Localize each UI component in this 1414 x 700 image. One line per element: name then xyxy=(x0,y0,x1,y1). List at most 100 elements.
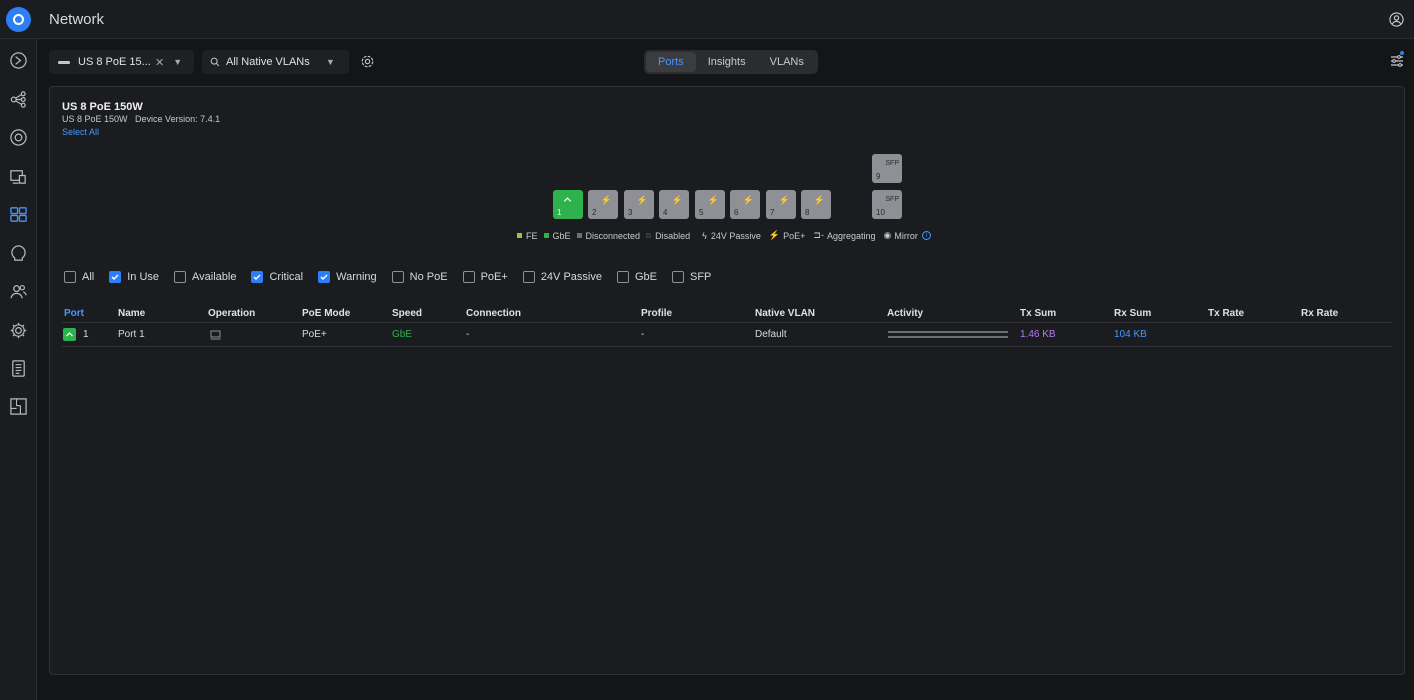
port-legend: FE GbE Disconnected Disabled ϟ 24V Passiv… xyxy=(517,230,937,241)
uplink-icon xyxy=(563,197,572,202)
sidebar xyxy=(0,39,37,700)
switch-port-10-sfp[interactable]: SFP 10 xyxy=(872,190,902,219)
cell-native-vlan: Default xyxy=(755,329,787,340)
checkbox-icon xyxy=(522,271,535,283)
vlan-select[interactable]: All Native VLANs ▼ xyxy=(202,50,349,74)
chevron-down-icon[interactable]: ▼ xyxy=(173,57,182,67)
innerspace-icon[interactable] xyxy=(9,397,28,416)
port-number: 6 xyxy=(734,208,739,217)
switch-port-7[interactable]: ⚡ 7 xyxy=(766,190,796,219)
device-version: Device Version: 7.4.1 xyxy=(135,114,221,124)
port-number: 4 xyxy=(663,208,668,217)
switch-port-1[interactable]: 1 xyxy=(553,190,583,219)
tab-vlans[interactable]: VLANs xyxy=(758,52,816,72)
app-title: Network xyxy=(49,11,105,28)
col-activity[interactable]: Activity xyxy=(887,308,923,319)
checkbox-icon xyxy=(391,271,404,283)
filter-critical[interactable]: Critical xyxy=(251,271,303,283)
bolt-icon: ϟ xyxy=(702,230,707,241)
col-speed[interactable]: Speed xyxy=(392,308,422,319)
col-connection[interactable]: Connection xyxy=(466,308,521,319)
port-number: 3 xyxy=(628,208,633,217)
cell-port: 1 xyxy=(83,329,89,340)
switch-port-9-sfp[interactable]: SFP 9 xyxy=(872,154,902,183)
poe-bolt-icon: ⚡ xyxy=(813,195,825,205)
select-all-link[interactable]: Select All xyxy=(62,127,99,137)
dashboard-icon[interactable] xyxy=(9,51,28,70)
poe-plus-icon: ⚡ xyxy=(768,230,781,240)
switch-port-2[interactable]: ⚡ 2 xyxy=(588,190,618,219)
col-tx-rate[interactable]: Tx Rate xyxy=(1208,308,1244,319)
table-row[interactable]: 1 Port 1 PoE+ GbE - - Default 1.46 KB 10… xyxy=(62,323,1392,347)
cell-profile: - xyxy=(641,329,645,340)
checkbox-icon xyxy=(174,271,187,283)
col-port[interactable]: Port xyxy=(64,308,84,319)
switch-device-icon xyxy=(58,60,70,64)
legend-disabled: Disabled xyxy=(646,231,690,241)
legend-gbe: GbE xyxy=(543,231,571,241)
device-model: US 8 PoE 150W xyxy=(62,114,128,124)
sfp-label: SFP xyxy=(885,160,899,167)
filter-gbe[interactable]: GbE xyxy=(616,271,657,283)
col-poe-mode[interactable]: PoE Mode xyxy=(302,308,350,319)
checkbox-icon xyxy=(64,271,76,283)
users-icon[interactable] xyxy=(9,282,28,301)
filter-poe-plus[interactable]: PoE+ xyxy=(462,271,508,283)
tab-insights[interactable]: Insights xyxy=(696,52,758,72)
switch-port-4[interactable]: ⚡ 4 xyxy=(659,190,689,219)
port-filters: All In Use Available Critical Warning No… xyxy=(64,271,726,283)
topology-icon[interactable] xyxy=(9,90,28,109)
top-bar: Network xyxy=(0,0,1414,39)
filter-in-use[interactable]: In Use xyxy=(109,271,159,283)
col-rx-sum[interactable]: Rx Sum xyxy=(1114,308,1151,319)
filter-available[interactable]: Available xyxy=(174,271,236,283)
cell-name: Port 1 xyxy=(118,329,145,340)
switch-port-5[interactable]: ⚡ 5 xyxy=(695,190,725,219)
port-number: 7 xyxy=(770,208,775,217)
filter-settings-icon[interactable] xyxy=(1390,54,1404,68)
clear-device-icon[interactable]: ✕ xyxy=(155,56,164,69)
checkbox-checked-icon xyxy=(109,271,122,283)
tab-ports[interactable]: Ports xyxy=(646,52,696,72)
ports-manager-icon[interactable] xyxy=(9,205,28,224)
poe-bolt-icon: ⚡ xyxy=(671,195,683,205)
legend-disconnected: Disconnected xyxy=(576,231,640,241)
toolbar: US 8 PoE 15... ✕ ▼ All Native VLANs ▼ Po… xyxy=(37,39,1414,85)
settings-icon[interactable] xyxy=(9,321,28,340)
col-rx-rate[interactable]: Rx Rate xyxy=(1301,308,1338,319)
vlan-select-value: All Native VLANs xyxy=(226,56,310,68)
cell-connection: - xyxy=(466,329,470,340)
checkbox-checked-icon xyxy=(318,271,331,283)
switch-port-3[interactable]: ⚡ 3 xyxy=(624,190,654,219)
switch-port-8[interactable]: ⚡ 8 xyxy=(801,190,831,219)
gear-icon[interactable] xyxy=(360,54,375,69)
col-native-vlan[interactable]: Native VLAN xyxy=(755,308,815,319)
activity-graph xyxy=(888,331,1008,341)
poe-bolt-icon: ⚡ xyxy=(636,195,648,205)
col-operation[interactable]: Operation xyxy=(208,308,255,319)
legend-24v-passive: ϟ 24V Passive xyxy=(702,230,761,241)
port-number: 10 xyxy=(876,208,885,217)
chevron-down-icon[interactable]: ▼ xyxy=(326,57,335,67)
poe-bolt-icon: ⚡ xyxy=(778,195,790,205)
device-select-value: US 8 PoE 15... xyxy=(78,56,150,68)
filter-no-poe[interactable]: No PoE xyxy=(391,271,448,283)
switch-port-6[interactable]: ⚡ 6 xyxy=(730,190,760,219)
unifi-devices-icon[interactable] xyxy=(9,128,28,147)
col-name[interactable]: Name xyxy=(118,308,145,319)
user-account-icon[interactable] xyxy=(1389,12,1404,27)
col-tx-sum[interactable]: Tx Sum xyxy=(1020,308,1056,319)
insights-icon[interactable] xyxy=(9,244,28,263)
system-log-icon[interactable] xyxy=(9,359,28,378)
info-icon[interactable]: i xyxy=(921,231,931,240)
filter-sfp[interactable]: SFP xyxy=(671,271,711,283)
client-devices-icon[interactable] xyxy=(9,167,28,186)
device-select[interactable]: US 8 PoE 15... ✕ ▼ xyxy=(49,50,194,74)
filter-24v-passive[interactable]: 24V Passive xyxy=(522,271,602,283)
filter-warning[interactable]: Warning xyxy=(318,271,377,283)
filter-all[interactable]: All xyxy=(64,271,94,283)
search-icon xyxy=(210,57,220,67)
col-profile[interactable]: Profile xyxy=(641,308,672,319)
ubiquiti-logo-icon[interactable] xyxy=(0,0,37,39)
device-title: US 8 PoE 150W xyxy=(62,101,143,113)
